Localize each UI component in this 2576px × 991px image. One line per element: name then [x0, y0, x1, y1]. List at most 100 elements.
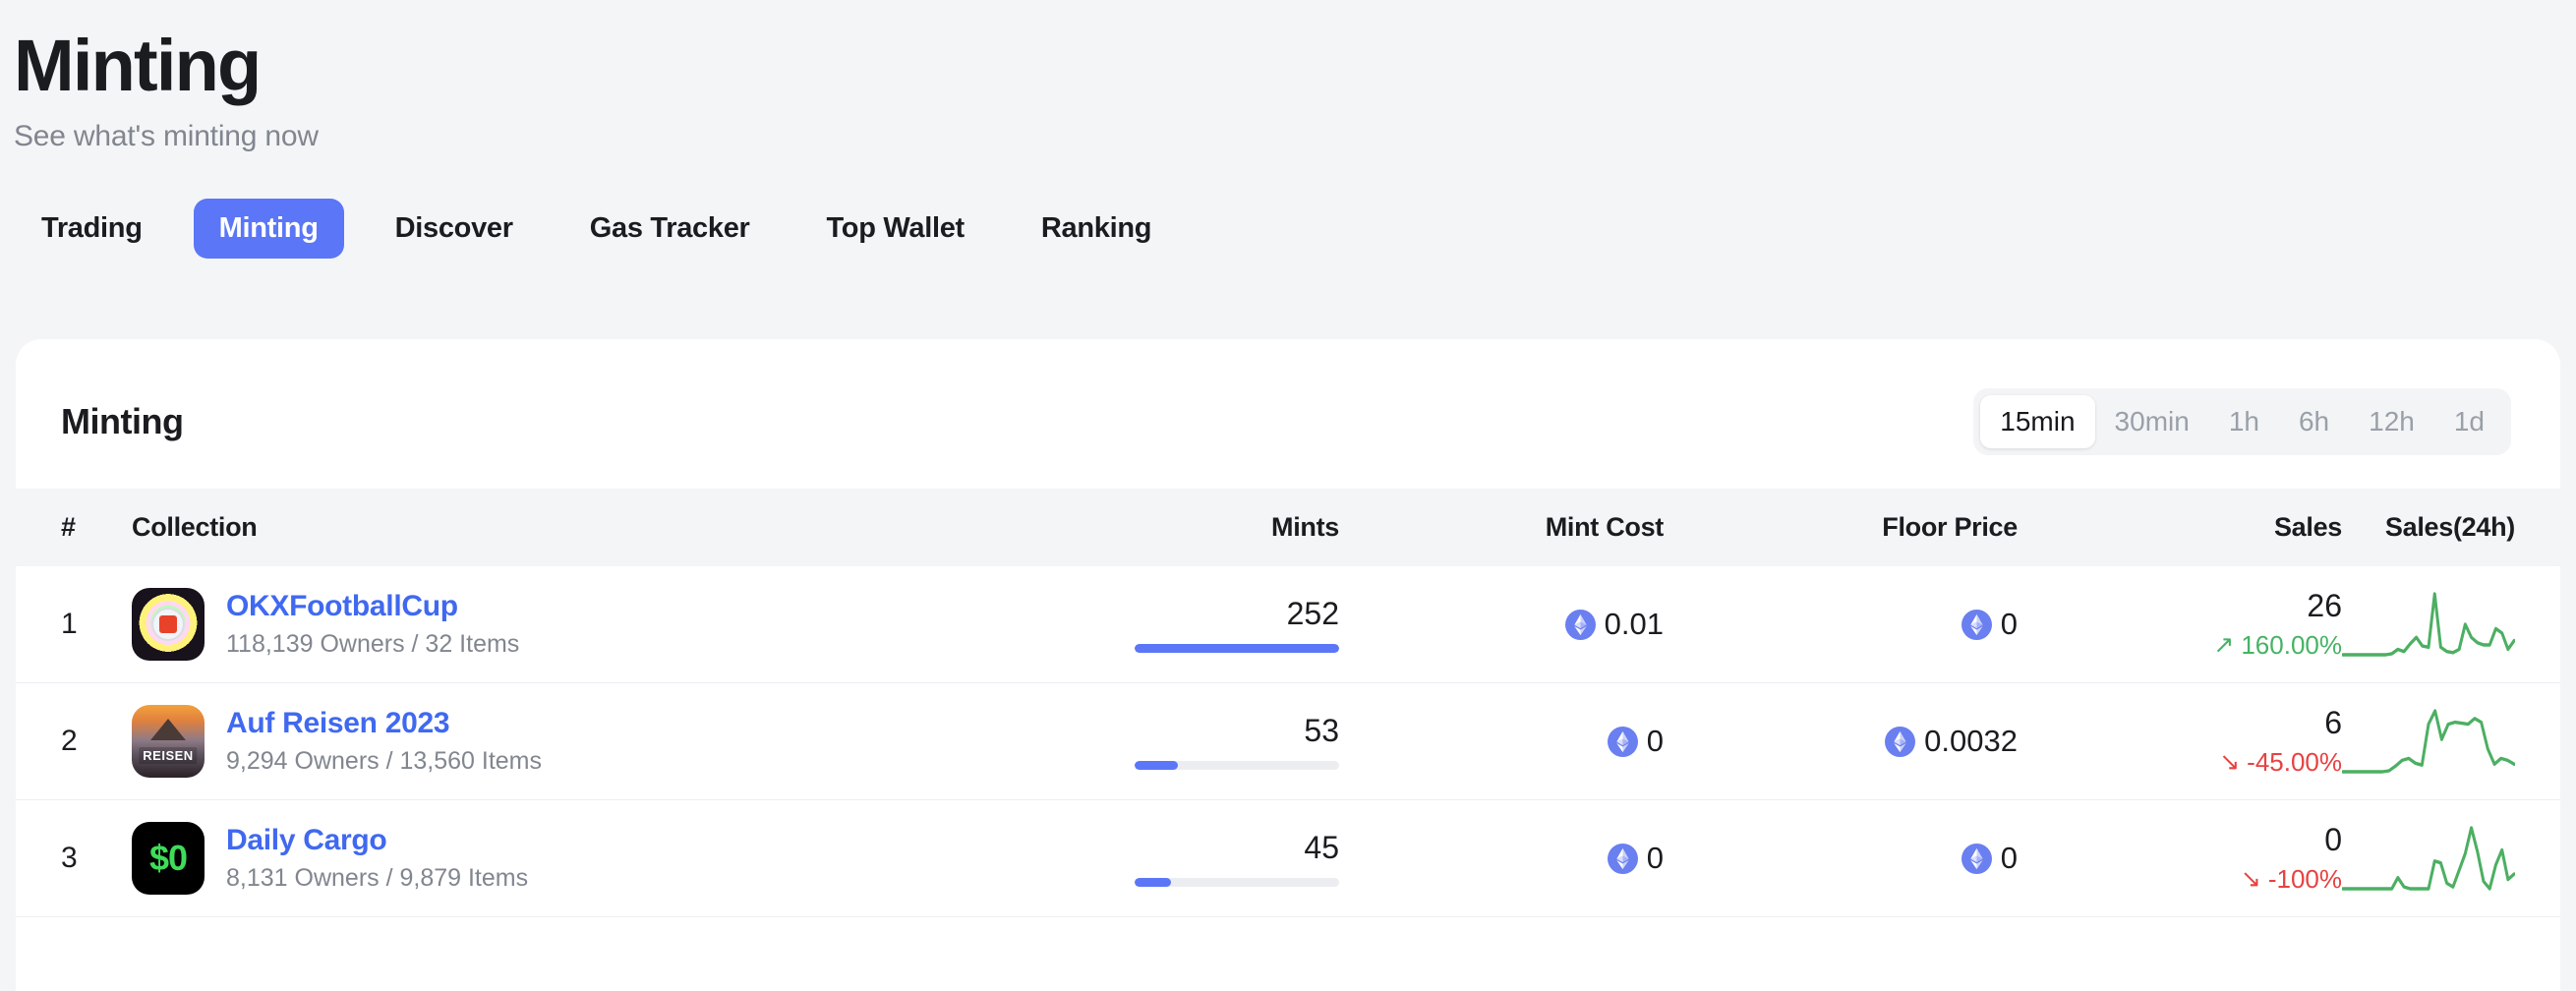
sales-24h-sparkline	[2342, 592, 2515, 657]
tab-minting[interactable]: Minting	[193, 199, 344, 260]
mint-cost-value: 0	[1646, 841, 1664, 875]
arrow-up-right-icon: ↗	[2213, 631, 2235, 659]
tab-gas-tracker[interactable]: Gas Tracker	[564, 199, 776, 259]
mints-progress-bar	[1135, 644, 1339, 653]
row-rank: 2	[61, 725, 78, 757]
sales-value: 0	[2324, 822, 2342, 857]
mints-value: 45	[1304, 830, 1339, 865]
main-tab-bar: Trading Minting Discover Gas Tracker Top Wal…	[0, 199, 2576, 260]
collection-name-link[interactable]: OKXFootballCup	[226, 590, 519, 623]
tab-top-wallet[interactable]: Top Wallet	[801, 199, 990, 259]
timeframe-selector[interactable]: 15min 30min 1h 6h 12h 1d	[1973, 388, 2511, 455]
row-collection[interactable]: OKXFootballCup 118,139 Owners / 32 Items	[132, 566, 956, 683]
timeframe-1h[interactable]: 1h	[2209, 395, 2279, 448]
row-collection[interactable]: $0 Daily Cargo 8,131 Owners / 9,879 Items	[132, 800, 956, 917]
mints-progress-bar	[1135, 878, 1339, 887]
row-mint-cost: 0.01	[1339, 566, 1664, 683]
sales-24h-sparkline	[2342, 709, 2515, 774]
mints-value: 252	[1286, 596, 1339, 631]
header-sales-24h: Sales(24h)	[2342, 489, 2560, 566]
row-floor-price: 0.0032	[1664, 683, 2018, 800]
card-header: Minting 15min 30min 1h 6h 12h 1d	[16, 339, 2560, 489]
page-subtitle: See what's minting now	[14, 120, 319, 153]
header-floor-price: Floor Price	[1664, 489, 2018, 566]
ethereum-icon	[1607, 726, 1638, 757]
daily-cargo-avatar: $0	[132, 822, 205, 895]
row-mints: 53	[956, 683, 1339, 800]
row-mint-cost: 0	[1339, 683, 1664, 800]
table-row[interactable]: 1 OKXFootballCup 118,139 Owners / 32 Items…	[16, 566, 2560, 683]
floor-price-value: 0.0032	[1924, 724, 2018, 758]
tab-trading[interactable]: Trading	[16, 199, 168, 259]
mints-progress-fill	[1135, 761, 1178, 770]
sales-change-badge: ↗ 160.00%	[2213, 630, 2342, 661]
timeframe-6h[interactable]: 6h	[2279, 395, 2349, 448]
mints-progress-fill	[1135, 878, 1172, 887]
auf-reisen-2023-avatar: REISEN	[132, 705, 205, 778]
header-mint-cost: Mint Cost	[1339, 489, 1664, 566]
sales-change-badge: ↘ -45.00%	[2219, 747, 2342, 778]
row-rank: 1	[61, 608, 78, 640]
arrow-down-right-icon: ↘	[2219, 748, 2241, 776]
table-row[interactable]: 2 REISEN Auf Reisen 2023 9,294 Owners / 13,…	[16, 683, 2560, 800]
page-root: Minting See what's minting now Trading Mi…	[0, 0, 2576, 991]
tab-ranking[interactable]: Ranking	[1016, 199, 1177, 259]
sales-change-value: -45.00%	[2247, 747, 2342, 777]
arrow-down-right-icon: ↘	[2240, 865, 2261, 893]
row-mint-cost: 0	[1339, 800, 1664, 917]
avatar-label: $0	[148, 838, 188, 878]
sales-change-value: -100%	[2267, 864, 2342, 894]
row-sales-24h	[2342, 800, 2560, 917]
row-sales-24h	[2342, 566, 2560, 683]
minting-table: # Collection Mints Mint Cost Floor Price…	[16, 489, 2560, 917]
floor-price-value: 0	[2000, 841, 2018, 875]
mint-cost-value: 0.01	[1604, 607, 1664, 641]
page-title: Minting	[14, 25, 262, 106]
sales-value: 6	[2324, 705, 2342, 740]
collection-meta: 8,131 Owners / 9,879 Items	[226, 864, 529, 892]
timeframe-15min[interactable]: 15min	[1980, 395, 2095, 448]
ethereum-icon	[1607, 843, 1638, 874]
row-sales: 0 ↘ -100%	[2018, 800, 2342, 917]
table-header-row: # Collection Mints Mint Cost Floor Price…	[16, 489, 2560, 566]
floor-price-value: 0	[2000, 607, 2018, 641]
table-row[interactable]: 3 $0 Daily Cargo 8,131 Owners / 9,879 Items…	[16, 800, 2560, 917]
table-body: 1 OKXFootballCup 118,139 Owners / 32 Items…	[16, 566, 2560, 917]
mints-progress-bar	[1135, 761, 1339, 770]
mint-cost-value: 0	[1646, 724, 1664, 758]
mints-progress-fill	[1135, 644, 1339, 653]
row-sales: 26 ↗ 160.00%	[2018, 566, 2342, 683]
okx-football-cup-avatar	[132, 588, 205, 661]
timeframe-30min[interactable]: 30min	[2095, 395, 2209, 448]
collection-name-link[interactable]: Daily Cargo	[226, 824, 528, 857]
sales-change-badge: ↘ -100%	[2241, 864, 2342, 895]
ethereum-icon	[1961, 609, 1992, 640]
ethereum-icon	[1885, 726, 1916, 757]
ethereum-icon	[1961, 843, 1992, 874]
table-header: # Collection Mints Mint Cost Floor Price…	[16, 489, 2560, 566]
header-sales: Sales	[2018, 489, 2342, 566]
row-collection[interactable]: REISEN Auf Reisen 2023 9,294 Owners / 13,5…	[132, 683, 956, 800]
tab-discover[interactable]: Discover	[370, 199, 539, 259]
row-floor-price: 0	[1664, 566, 2018, 683]
timeframe-12h[interactable]: 12h	[2349, 395, 2434, 448]
header-collection: Collection	[132, 489, 956, 566]
collection-name-link[interactable]: Auf Reisen 2023	[226, 707, 542, 740]
page-header: Minting See what's minting now	[0, 0, 2576, 153]
minting-card: Minting 15min 30min 1h 6h 12h 1d # Collection…	[16, 339, 2560, 991]
header-rank: #	[16, 489, 132, 566]
row-rank: 3	[61, 842, 78, 874]
sales-change-value: 160.00%	[2241, 630, 2342, 660]
row-mints: 45	[956, 800, 1339, 917]
header-mints: Mints	[956, 489, 1339, 566]
ethereum-icon	[1564, 609, 1596, 640]
timeframe-1d[interactable]: 1d	[2434, 395, 2504, 448]
mints-value: 53	[1304, 713, 1339, 748]
collection-meta: 118,139 Owners / 32 Items	[226, 630, 520, 658]
row-sales-24h	[2342, 683, 2560, 800]
row-floor-price: 0	[1664, 800, 2018, 917]
card-title: Minting	[61, 401, 184, 441]
avatar-label: REISEN	[139, 747, 198, 764]
row-sales: 6 ↘ -45.00%	[2018, 683, 2342, 800]
sales-value: 26	[2307, 588, 2342, 623]
